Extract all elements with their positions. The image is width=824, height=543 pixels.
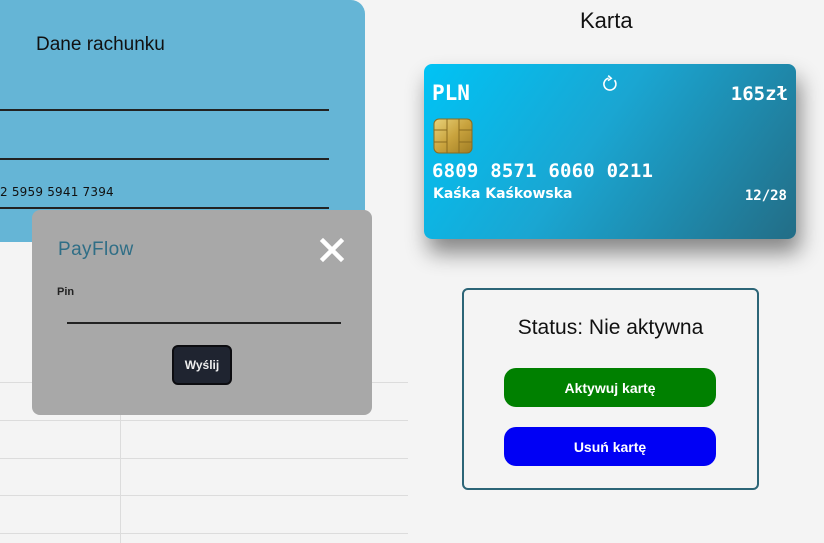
pin-modal: PayFlow Pin Wyślij (32, 210, 372, 415)
send-button[interactable]: Wyślij (172, 345, 232, 385)
table-divider (0, 420, 408, 421)
account-details-panel: Dane rachunku 2 5959 5941 7394 (0, 0, 365, 242)
account-field-line[interactable] (0, 158, 329, 160)
account-field-line[interactable] (0, 109, 329, 111)
pin-input[interactable] (67, 298, 341, 324)
card-currency: PLN (432, 81, 470, 105)
card-balance: 165zł (730, 83, 788, 105)
status-text: Status: Nie aktywna (517, 316, 704, 339)
account-number: 2 5959 5941 7394 (0, 185, 114, 199)
table-divider (0, 533, 408, 534)
table-divider (0, 495, 408, 496)
card-heading: Karta (580, 8, 633, 33)
card-number: 6809 8571 6060 0211 (432, 160, 654, 182)
account-title: Dane rachunku (36, 34, 165, 55)
refresh-icon[interactable] (600, 74, 620, 94)
card-expiry: 12/28 (744, 188, 787, 204)
table-column-divider (120, 413, 121, 543)
table-divider (0, 458, 408, 459)
delete-card-button[interactable]: Usuń kartę (504, 427, 716, 466)
account-field-line[interactable] (0, 207, 329, 209)
payment-card: PLN 165zł 6809 8571 6060 0211 Kaśka Kaśk… (424, 64, 796, 239)
close-icon[interactable] (317, 235, 347, 265)
card-holder-name: Kaśka Kaśkowska (433, 186, 573, 202)
chip-icon (433, 118, 473, 154)
card-status-box: Status: Nie aktywna Aktywuj kartę Usuń k… (462, 288, 759, 490)
pin-label: Pin (57, 286, 75, 298)
payflow-logo: PayFlow (58, 239, 134, 260)
activate-card-button[interactable]: Aktywuj kartę (504, 368, 716, 407)
